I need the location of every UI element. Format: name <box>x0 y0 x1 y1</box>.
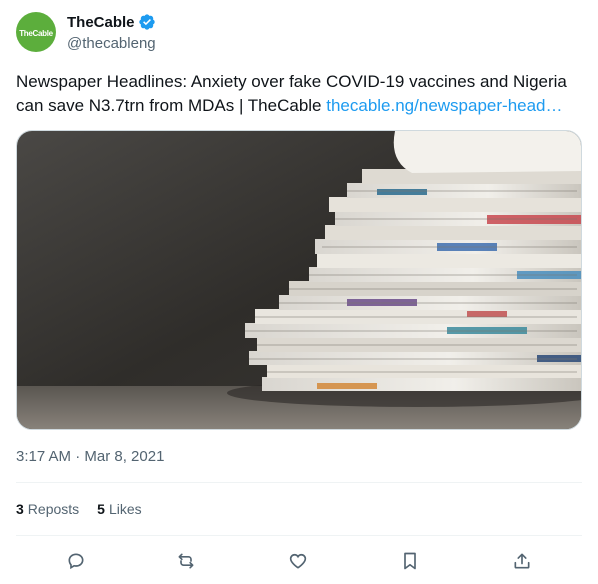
reposts-count: 3 <box>16 501 24 517</box>
tweet-media-image[interactable] <box>16 130 582 430</box>
tweet-text-line2: can save N3.7trn from MDAs | TheCable <box>16 96 327 115</box>
repost-icon <box>178 553 194 569</box>
tweet-timestamp[interactable]: 3:17 AM · Mar 8, 2021 <box>16 448 164 465</box>
like-button[interactable] <box>284 547 312 575</box>
engagement-stats: 3 Reposts 5 Likes <box>16 501 142 517</box>
reposts-label: Reposts <box>27 501 80 517</box>
newspapers-photo <box>17 131 581 429</box>
tweet-text-line1: Newspaper Headlines: Anxiety over fake C… <box>16 72 567 91</box>
tweet-header: TheCable TheCable @thecableng <box>16 12 582 60</box>
verified-badge-icon <box>138 14 155 30</box>
avatar[interactable]: TheCable <box>16 12 56 52</box>
avatar-logo-text: TheCable <box>19 28 53 38</box>
likes-stat[interactable]: 5 Likes <box>97 501 141 517</box>
likes-label: Likes <box>108 501 142 517</box>
share-icon <box>514 553 530 569</box>
tweet-text: Newspaper Headlines: Anxiety over fake C… <box>16 70 582 118</box>
like-icon <box>289 553 307 569</box>
divider <box>16 482 582 483</box>
display-name[interactable]: TheCable <box>67 14 135 31</box>
author-name-row[interactable]: TheCable <box>67 13 156 31</box>
reply-button[interactable] <box>62 547 90 575</box>
share-button[interactable] <box>508 547 536 575</box>
tweet-link[interactable]: thecable.ng/newspaper-head… <box>326 96 562 115</box>
repost-button[interactable] <box>172 547 200 575</box>
bookmark-button[interactable] <box>396 547 424 575</box>
reply-icon <box>68 553 84 570</box>
divider <box>16 535 582 536</box>
action-bar <box>16 547 582 575</box>
handle[interactable]: @thecableng <box>67 35 156 52</box>
bookmark-icon <box>404 552 416 570</box>
reposts-stat[interactable]: 3 Reposts <box>16 501 79 517</box>
likes-count: 5 <box>97 501 105 517</box>
